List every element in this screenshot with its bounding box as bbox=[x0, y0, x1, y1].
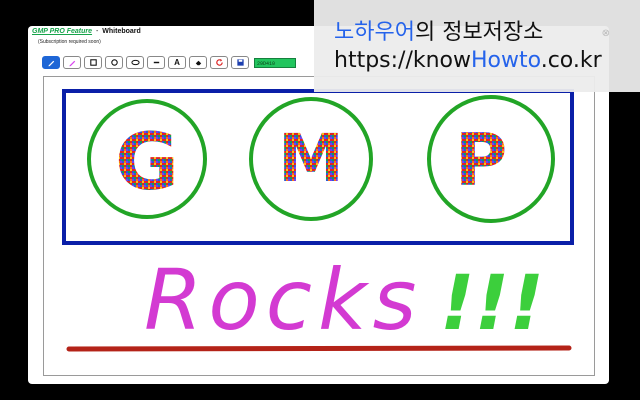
close-icon[interactable]: ⊗ bbox=[602, 28, 610, 39]
marker-tool-button[interactable] bbox=[63, 56, 81, 69]
save-tool-button[interactable] bbox=[231, 56, 249, 69]
exclamation-marks: !!! bbox=[440, 258, 544, 347]
square-icon bbox=[89, 59, 97, 66]
page-title: Whiteboard bbox=[102, 28, 141, 35]
refresh-icon bbox=[215, 58, 223, 66]
toolbar: A 29D410 bbox=[42, 55, 296, 70]
save-icon bbox=[236, 59, 244, 66]
title-row: GMP PRO Feature - Whiteboard bbox=[32, 28, 141, 35]
watermark-overlay: 노하우어의 정보저장소 https://knowHowto.co.kr ⊗ bbox=[314, 0, 640, 92]
overlay-url-prefix: https://know bbox=[334, 48, 471, 73]
line-tool-button[interactable] bbox=[147, 56, 165, 69]
overlay-url-highlight: Howto bbox=[471, 48, 541, 73]
overlay-url: https://knowHowto.co.kr bbox=[334, 48, 602, 73]
ellipse-icon bbox=[130, 59, 140, 66]
text-icon: A bbox=[174, 58, 180, 67]
circle-tool-button[interactable] bbox=[105, 56, 123, 69]
color-value-field[interactable]: 29D410 bbox=[254, 57, 296, 68]
brand-link[interactable]: GMP PRO Feature bbox=[32, 28, 92, 35]
drawing-canvas[interactable]: G M P Rocks !!! bbox=[43, 76, 595, 376]
overlay-url-suffix: .co.kr bbox=[540, 48, 602, 73]
title-separator: - bbox=[95, 28, 99, 35]
overlay-title-dark: 의 정보저장소 bbox=[414, 20, 544, 45]
rectangle-tool-button[interactable] bbox=[84, 56, 102, 69]
overlay-title: 노하우어의 정보저장소 bbox=[334, 14, 543, 46]
eraser-icon bbox=[195, 60, 201, 66]
line-icon bbox=[153, 61, 159, 64]
eraser-tool-button[interactable] bbox=[189, 56, 207, 69]
drawing-svg: G M P Rocks !!! bbox=[62, 89, 574, 352]
overlay-title-blue: 노하우어 bbox=[334, 20, 415, 45]
ellipse-tool-button[interactable] bbox=[126, 56, 144, 69]
pencil-icon bbox=[47, 60, 54, 67]
letter-m: M bbox=[278, 120, 344, 197]
subscription-note: (Subscription required soon) bbox=[38, 39, 101, 45]
pencil-tool-button[interactable] bbox=[42, 56, 60, 69]
text-tool-button[interactable]: A bbox=[168, 56, 186, 69]
letter-p: P bbox=[455, 118, 508, 202]
letter-g: G bbox=[115, 118, 179, 208]
circle-icon bbox=[110, 59, 118, 66]
marker-icon bbox=[68, 60, 75, 67]
red-underline bbox=[66, 345, 572, 352]
word-rocks: Rocks bbox=[144, 251, 422, 349]
clear-tool-button[interactable] bbox=[210, 56, 228, 69]
